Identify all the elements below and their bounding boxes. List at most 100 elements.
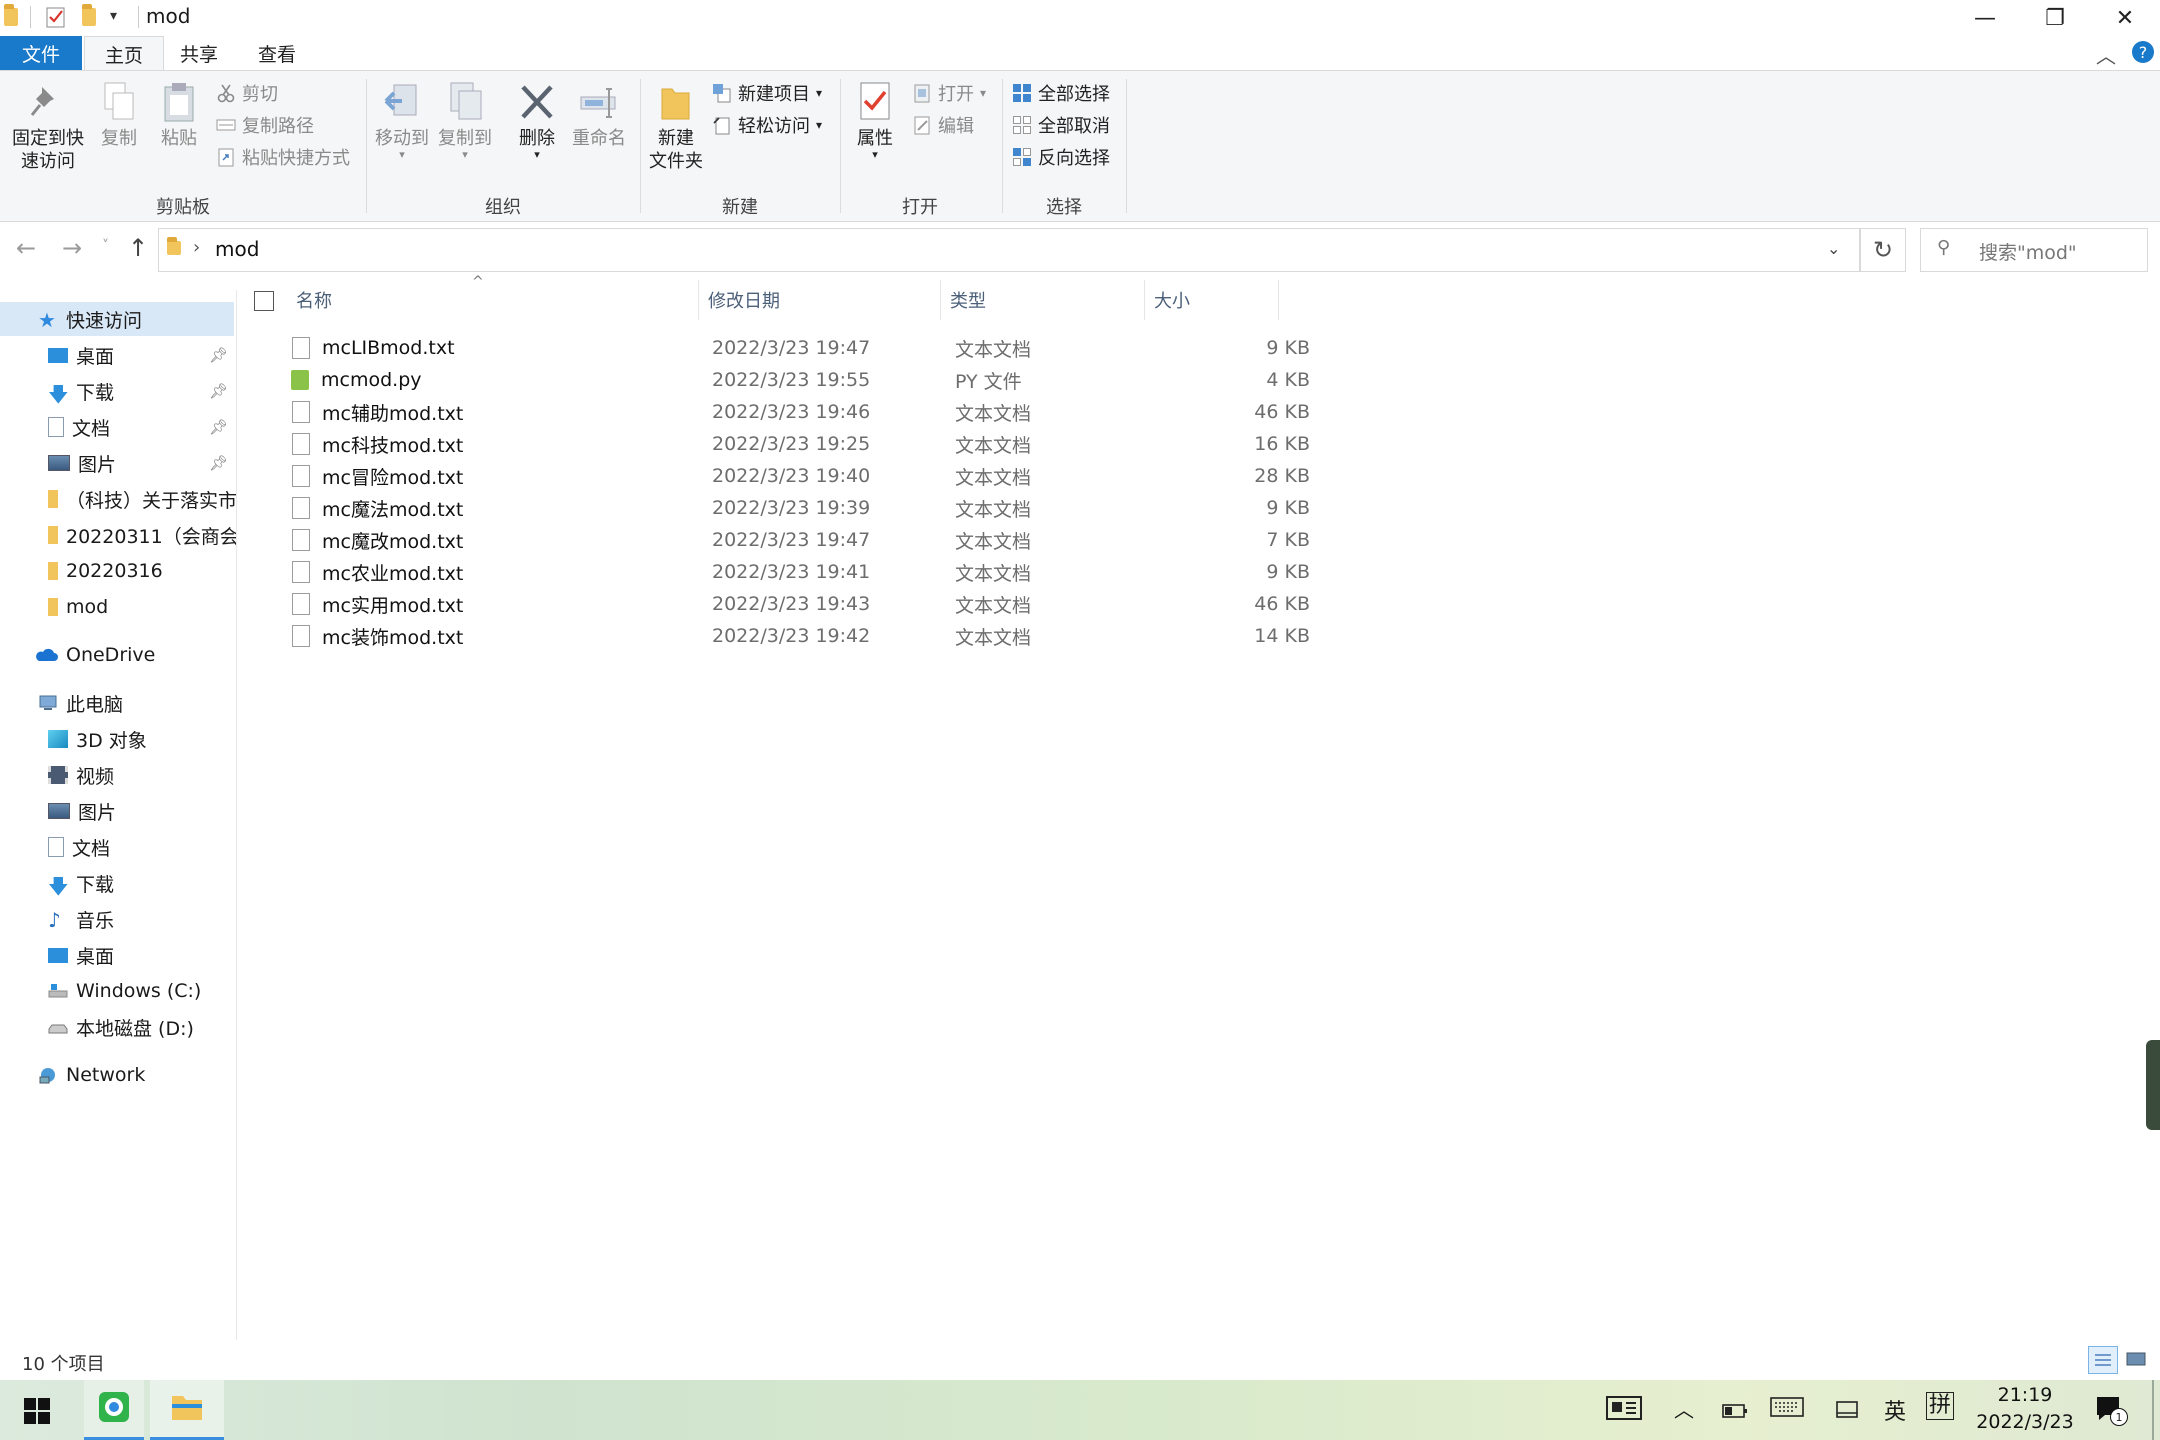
collapse-ribbon-icon[interactable]: ︿ [2096,40,2116,69]
new-item-button[interactable]: 新建项目 ▾ [712,79,822,107]
taskbar-app-browser[interactable] [84,1380,144,1440]
properties-button[interactable]: 属性 ▾ [848,81,902,160]
news-widget-icon[interactable] [1606,1394,1642,1428]
file-name-cell[interactable]: mc冒险mod.txt [288,460,463,492]
large-icons-view-button[interactable] [2122,1346,2150,1372]
file-row[interactable]: mcmod.py 2022/3/23 19:55 PY 文件 4 KB [288,364,1518,396]
sidebar-item-videos[interactable]: 视频 [0,758,236,792]
breadcrumb-chevron-icon[interactable]: › [193,237,200,258]
minimize-button[interactable]: — [1950,0,2020,36]
file-name-cell[interactable]: mc实用mod.txt [288,588,463,620]
sidebar-item-music[interactable]: ♪ 音乐 [0,902,236,936]
sidebar-item-documents[interactable]: 文档 📌︎ [0,410,236,444]
pin-icon[interactable]: 📌︎ [209,346,228,364]
column-header-type[interactable]: 类型 [950,280,1070,320]
recent-locations-icon[interactable]: ˅ [102,238,109,254]
column-separator[interactable] [1144,280,1145,320]
tab-file[interactable]: 文件 [0,36,82,70]
tab-share[interactable]: 共享 [166,36,232,70]
easy-access-button[interactable]: 轻松访问 ▾ [712,111,822,139]
new-folder-quick-icon[interactable] [82,4,102,30]
sidebar-item-this-pc[interactable]: 此电脑 [0,686,236,720]
file-row[interactable]: mc辅助mod.txt 2022/3/23 19:46 文本文档 46 KB [288,396,1518,428]
taskbar-app-file-explorer[interactable] [150,1380,224,1440]
file-row[interactable]: mcLIBmod.txt 2022/3/23 19:47 文本文档 9 KB [288,332,1518,364]
search-input[interactable]: 搜索"mod" [1979,238,2077,265]
sidebar-item-3d-objects[interactable]: 3D 对象 [0,722,236,756]
sidebar-item-mod[interactable]: mod [0,590,236,624]
pin-icon[interactable]: 📌︎ [209,454,228,472]
tab-view[interactable]: 查看 [244,36,310,70]
column-separator[interactable] [1278,280,1279,320]
pin-icon[interactable]: 📌︎ [209,382,228,400]
copy-path-button[interactable]: 复制路径 [216,111,314,139]
sidebar-item-network[interactable]: Network [0,1058,236,1092]
customize-quick-access-icon[interactable]: ▾ [110,8,117,24]
file-row[interactable]: mc冒险mod.txt 2022/3/23 19:40 文本文档 28 KB [288,460,1518,492]
show-desktop-button[interactable] [2152,1380,2154,1440]
file-name-cell[interactable]: mc魔改mod.txt [288,524,463,556]
sidebar-item-folder[interactable]: 20220316 [0,554,236,588]
column-separator[interactable] [698,280,699,320]
details-view-button[interactable] [2088,1346,2118,1374]
rename-button[interactable]: 重命名 [568,81,630,150]
sidebar-item-drive-d[interactable]: 本地磁盘 (D:) [0,1010,236,1044]
search-box[interactable]: ⚲ 搜索"mod" [1920,228,2148,272]
new-folder-button[interactable]: 新建 文件夹 [646,81,706,173]
back-arrow-icon[interactable]: ← [16,234,36,262]
help-icon[interactable]: ? [2132,41,2154,63]
file-name-cell[interactable]: mc农业mod.txt [288,556,463,588]
refresh-button[interactable]: ↻ [1860,228,1906,272]
sidebar-item-pictures[interactable]: 图片 [0,794,236,828]
address-dropdown-icon[interactable]: ⌄ [1827,239,1840,258]
sidebar-item-quick-access[interactable]: ★ 快速访问 [0,302,234,336]
paste-shortcut-button[interactable]: 粘贴快捷方式 [216,143,350,171]
sidebar-item-folder[interactable]: 20220311（会商会 [0,518,236,552]
breadcrumb-mod[interactable]: mod [215,237,259,261]
sidebar-item-pictures[interactable]: 图片 📌︎ [0,446,236,480]
windows-start-icon[interactable] [24,1398,50,1428]
pin-to-quick-access-button[interactable]: 固定到快 速访问 [6,81,90,173]
sidebar-item-downloads[interactable]: 🡇 下载 📌︎ [0,374,236,408]
edge-widget[interactable] [2146,1040,2160,1130]
delete-button[interactable]: 删除 ▾ [510,81,564,160]
file-row[interactable]: mc魔改mod.txt 2022/3/23 19:47 文本文档 7 KB [288,524,1518,556]
clock[interactable]: 21:19 2022/3/23 [1970,1382,2080,1436]
select-all-button[interactable]: 全部选择 [1012,79,1110,107]
file-name-cell[interactable]: mc辅助mod.txt [288,396,463,428]
file-name-cell[interactable]: mc魔法mod.txt [288,492,463,524]
ime-mode-indicator[interactable]: 拼 [1926,1392,1955,1420]
cut-button[interactable]: 剪切 [216,79,278,107]
column-separator[interactable] [940,280,941,320]
sidebar-item-desktop[interactable]: 桌面 [0,938,236,972]
copy-to-button[interactable]: 复制到 ▾ [434,81,496,160]
file-row[interactable]: mc农业mod.txt 2022/3/23 19:41 文本文档 9 KB [288,556,1518,588]
select-all-checkbox[interactable] [254,291,274,311]
invert-selection-button[interactable]: 反向选择 [1012,143,1110,171]
close-button[interactable]: ✕ [2090,0,2160,36]
file-row[interactable]: mc装饰mod.txt 2022/3/23 19:42 文本文档 14 KB [288,620,1518,652]
file-name-cell[interactable]: mc科技mod.txt [288,428,463,460]
restore-button[interactable]: ❐ [2020,0,2090,36]
file-name-cell[interactable]: mcmod.py [288,364,422,396]
pin-icon[interactable]: 📌︎ [209,418,228,436]
properties-quick-icon[interactable] [46,6,66,28]
tab-home[interactable]: 主页 [84,36,164,72]
keyboard-icon[interactable] [1770,1396,1804,1424]
select-none-button[interactable]: 全部取消 [1012,111,1110,139]
edit-button[interactable]: 编辑 [912,111,974,139]
up-arrow-icon[interactable]: ↑ [128,234,148,262]
ime-language-indicator[interactable]: 英 [1884,1394,1906,1426]
file-name-cell[interactable]: mcLIBmod.txt [288,332,455,364]
column-header-size[interactable]: 大小 [1154,280,1254,320]
paste-button[interactable]: 粘贴 [154,81,204,150]
move-to-button[interactable]: 移动到 ▾ [372,81,432,160]
file-row[interactable]: mc科技mod.txt 2022/3/23 19:25 文本文档 16 KB [288,428,1518,460]
sidebar-item-folder[interactable]: （科技）关于落实市 [0,482,236,516]
forward-arrow-icon[interactable]: → [62,234,82,262]
open-button[interactable]: 打开 ▾ [912,79,986,107]
tablet-mode-icon[interactable] [1836,1398,1858,1426]
battery-icon[interactable] [1722,1398,1748,1426]
show-hidden-icons-icon[interactable]: ︿ [1674,1394,1694,1423]
column-header-date[interactable]: 修改日期 [708,280,908,320]
